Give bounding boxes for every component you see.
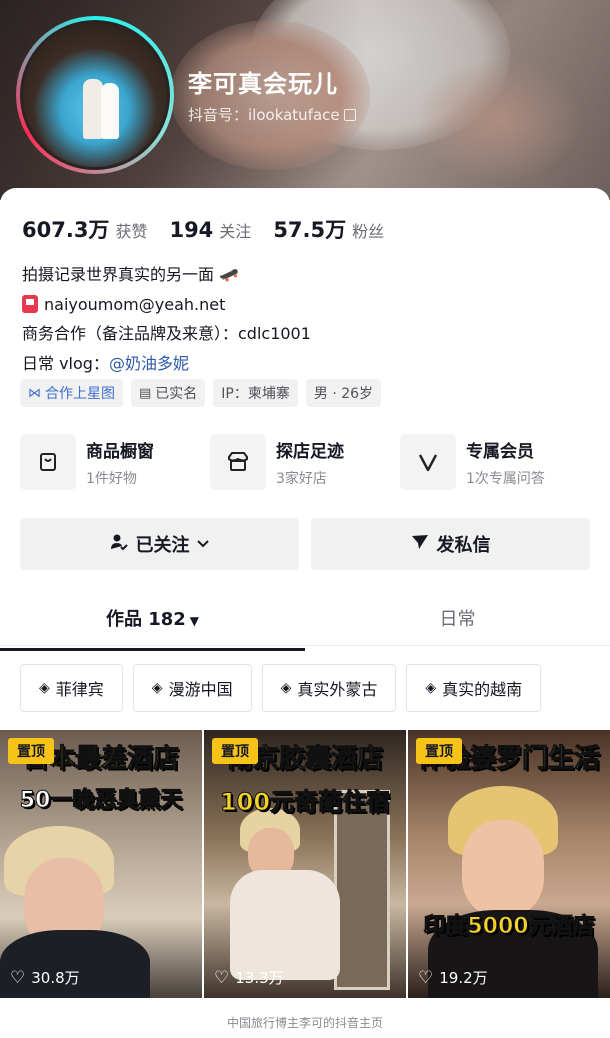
video-subtitle: 印度5000元酒店 xyxy=(423,914,595,940)
avatar-ring[interactable] xyxy=(16,16,174,174)
layers-icon: ◈ xyxy=(151,680,163,696)
stat-likes-label: 获赞 xyxy=(115,222,148,241)
stat-following[interactable]: 194 关注 xyxy=(169,218,251,242)
video-subtitle: 100元奇葩住宿 xyxy=(219,788,391,817)
mailbox-icon xyxy=(22,294,38,313)
send-icon xyxy=(411,533,429,555)
feature-store-visits[interactable]: 探店足迹 3家好店 xyxy=(210,434,400,490)
skateboard-icon: 🛹 xyxy=(219,265,240,284)
stat-followers[interactable]: 57.5万 粉丝 xyxy=(273,214,384,244)
shopping-bag-icon xyxy=(20,434,76,490)
bio-email: naiyoumom@yeah.net xyxy=(44,294,226,314)
douyin-id[interactable]: 抖音号：ilookatuface xyxy=(188,104,356,125)
star-chart-icon: ⋈ xyxy=(28,385,41,401)
stat-followers-value: 57.5万 xyxy=(273,218,347,242)
pinned-badge: 置顶 xyxy=(8,738,54,764)
feature-shop-sub: 1件好物 xyxy=(86,470,137,487)
douyin-id-text: 抖音号：ilookatuface xyxy=(188,106,340,124)
heart-icon: ♡ xyxy=(418,967,434,988)
bio-line-email: naiyoumom@yeah.net xyxy=(22,290,311,320)
content-tabs: 作品 182 ▼ 日常 xyxy=(0,600,610,651)
followed-button[interactable]: 已关注 xyxy=(20,518,299,570)
nickname: 李可真会玩儿 xyxy=(188,70,338,98)
collections-row: ◈ 菲律宾 ◈ 漫游中国 ◈ 真实外蒙古 ◈ 真实的越南 xyxy=(20,664,551,712)
id-card-icon: ▤ xyxy=(139,385,152,401)
tab-daily[interactable]: 日常 xyxy=(305,600,610,645)
video-card[interactable]: 置顶 体验婆罗门生活 印度5000元酒店 ♡ 19.2万 xyxy=(408,730,610,998)
tab-works[interactable]: 作品 182 ▼ xyxy=(0,600,305,651)
collection-mongolia[interactable]: ◈ 真实外蒙古 xyxy=(261,664,397,712)
feature-member-sub: 1次专属问答 xyxy=(466,470,545,487)
stat-following-value: 194 xyxy=(169,218,214,242)
user-check-icon xyxy=(110,533,128,555)
features-row: 商品橱窗 1件好物 探店足迹 3家好店 专属会员 1次专属问答 xyxy=(20,434,590,490)
heart-icon: ♡ xyxy=(214,967,230,988)
layers-icon: ◈ xyxy=(425,680,437,696)
avatar-person-2 xyxy=(101,83,119,139)
bio: 拍摄记录世界真实的另一面 🛹 naiyoumom@yeah.net 商务合作（备… xyxy=(22,260,311,378)
profile-card: 607.3万 获赞 194 关注 57.5万 粉丝 拍摄记录世界真实的另一面 🛹… xyxy=(0,188,610,1038)
feature-membership[interactable]: 专属会员 1次专属问答 xyxy=(400,434,590,490)
stat-likes-value: 607.3万 xyxy=(22,218,110,242)
layers-icon: ◈ xyxy=(280,680,292,696)
video-likes: ♡ 19.2万 xyxy=(418,967,488,988)
copy-icon[interactable] xyxy=(343,109,356,121)
tag-star-chart[interactable]: ⋈ 合作上星图 xyxy=(20,379,123,407)
video-likes: ♡ 30.8万 xyxy=(10,967,80,988)
bio-line-business: 商务合作（备注品牌及来意）：cdlc1001 xyxy=(22,324,311,343)
pinned-badge: 置顶 xyxy=(416,738,462,764)
heart-icon: ♡ xyxy=(10,967,26,988)
video-grid: 置顶 日本最差酒店 50一晚恶臭熏天 ♡ 30.8万 置顶 南京胶囊酒店 100元… xyxy=(0,730,610,998)
collection-philippines[interactable]: ◈ 菲律宾 xyxy=(20,664,123,712)
caret-down-icon: ▼ xyxy=(189,614,200,628)
stat-likes[interactable]: 607.3万 获赞 xyxy=(22,214,147,244)
bio-line-vlog: 日常 vlog：@奶油多妮 xyxy=(22,353,189,373)
stats-row: 607.3万 获赞 194 关注 57.5万 粉丝 xyxy=(22,214,406,244)
profile-header: 李可真会玩儿 抖音号：ilookatuface xyxy=(0,0,610,200)
stat-followers-label: 粉丝 xyxy=(352,222,385,241)
store-icon xyxy=(210,434,266,490)
action-buttons: 已关注 发私信 xyxy=(20,518,590,570)
layers-icon: ◈ xyxy=(39,680,50,696)
stat-following-label: 关注 xyxy=(219,222,252,241)
pinned-badge: 置顶 xyxy=(212,738,258,764)
collection-china[interactable]: ◈ 漫游中国 xyxy=(132,664,252,712)
feature-store-sub: 3家好店 xyxy=(276,470,327,487)
feature-shop-title: 商品橱窗 xyxy=(86,441,154,462)
feature-store-title: 探店足迹 xyxy=(276,441,344,462)
avatar-person-1 xyxy=(83,79,103,139)
video-card[interactable]: 置顶 日本最差酒店 50一晚恶臭熏天 ♡ 30.8万 xyxy=(0,730,202,998)
chevron-down-icon xyxy=(196,535,210,554)
tags-row: ⋈ 合作上星图 ▤ 已实名 IP：柬埔寨 男 · 26岁 xyxy=(20,379,389,407)
image-caption: 中国旅行博主李可的抖音主页 xyxy=(226,1016,383,1030)
tag-verified[interactable]: ▤ 已实名 xyxy=(131,379,206,407)
feature-member-title: 专属会员 xyxy=(466,441,534,462)
collection-vietnam[interactable]: ◈ 真实的越南 xyxy=(406,664,542,712)
tag-ip-location: IP：柬埔寨 xyxy=(213,379,298,407)
message-button[interactable]: 发私信 xyxy=(311,518,590,570)
video-subtitle: 50一晚恶臭熏天 xyxy=(19,788,183,814)
avatar[interactable] xyxy=(20,20,170,170)
tag-gender-age: 男 · 26岁 xyxy=(305,379,382,407)
mention-link[interactable]: @奶油多妮 xyxy=(109,354,189,373)
bio-line-1: 拍摄记录世界真实的另一面 🛹 xyxy=(22,265,240,284)
video-likes: ♡ 13.3万 xyxy=(214,967,284,988)
member-v-icon xyxy=(400,434,456,490)
video-card[interactable]: 置顶 南京胶囊酒店 100元奇葩住宿 ♡ 13.3万 xyxy=(204,730,406,998)
feature-shop-window[interactable]: 商品橱窗 1件好物 xyxy=(20,434,210,490)
